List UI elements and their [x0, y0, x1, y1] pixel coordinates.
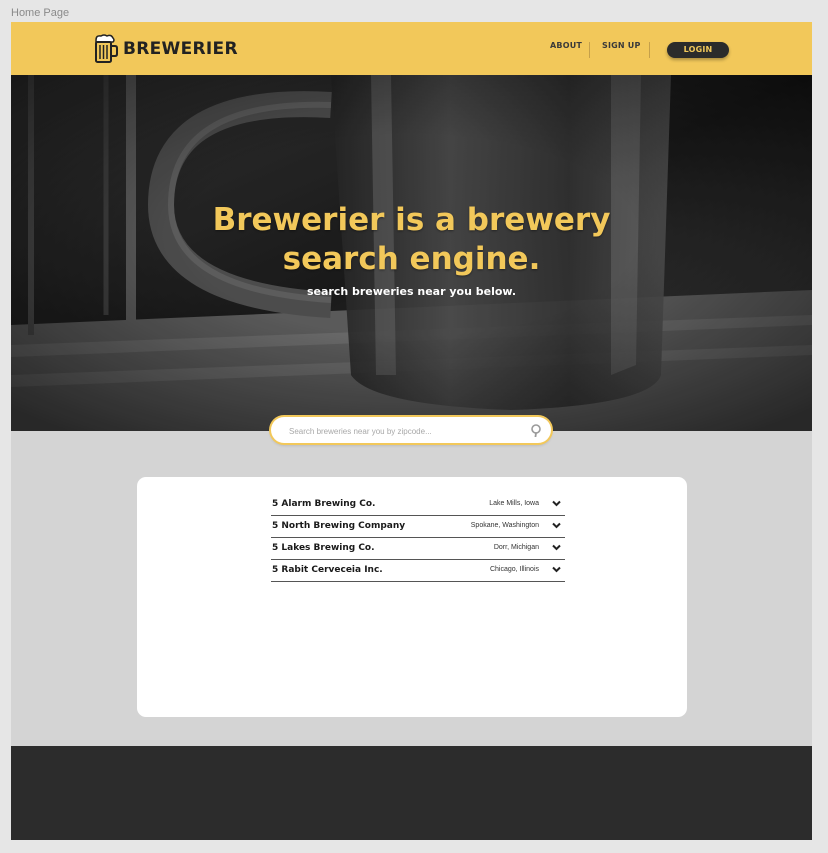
search-input[interactable] [287, 417, 521, 445]
chevron-down-icon[interactable] [552, 522, 561, 529]
top-navbar: BREWERIER ABOUT SIGN UP LOGIN [11, 22, 812, 75]
brewery-name: 5 Alarm Brewing Co. [272, 499, 376, 509]
hero-title-line: Brewerier is a brewery [212, 202, 611, 238]
brewery-name: 5 Lakes Brewing Co. [272, 543, 375, 553]
nav-signup-link[interactable]: SIGN UP [602, 41, 641, 50]
brewery-name: 5 Rabit Cerveceia Inc. [272, 565, 383, 575]
brewery-location: Lake Mills, Iowa [489, 500, 539, 507]
brand-logo-link[interactable]: BREWERIER [93, 34, 238, 64]
brewery-location: Chicago, Illinois [489, 566, 539, 573]
hero-title-line: search engine. [282, 241, 541, 277]
nav-about-link[interactable]: ABOUT [550, 41, 582, 50]
brewery-name: 5 North Brewing Company [272, 521, 406, 531]
result-row[interactable]: 5 North Brewing Company Spokane, Washing… [271, 515, 565, 538]
artboard-label: Home Page [11, 7, 70, 19]
chevron-down-icon[interactable] [552, 566, 561, 573]
nav-divider [589, 42, 590, 58]
result-row[interactable]: 5 Rabit Cerveceia Inc. Chicago, Illinois [271, 559, 565, 582]
hero-banner: Brewerier is a brewery search engine. se… [11, 75, 812, 431]
result-row[interactable]: 5 Alarm Brewing Co. Lake Mills, Iowa [271, 493, 565, 516]
chevron-down-icon[interactable] [552, 500, 561, 507]
brewery-location: Spokane, Washington [470, 522, 539, 529]
hero-subtitle: search breweries near you below. [306, 285, 517, 298]
chevron-down-icon[interactable] [552, 544, 561, 551]
beer-mug-icon [95, 34, 118, 63]
page-frame: BREWERIER ABOUT SIGN UP LOGIN Brewerier … [11, 22, 812, 840]
search-icon[interactable] [529, 423, 543, 437]
brewery-location: Dorr, Michigan [493, 544, 539, 551]
brand-name: BREWERIER [123, 39, 238, 59]
search-bar [271, 417, 551, 445]
hero-title: Brewerier is a brewery search engine. [11, 201, 812, 279]
nav-divider [649, 42, 650, 58]
results-card: 5 Alarm Brewing Co. Lake Mills, Iowa 5 N… [137, 477, 687, 717]
page-footer [11, 746, 812, 840]
login-button[interactable]: LOGIN [667, 42, 729, 58]
result-row[interactable]: 5 Lakes Brewing Co. Dorr, Michigan [271, 537, 565, 560]
